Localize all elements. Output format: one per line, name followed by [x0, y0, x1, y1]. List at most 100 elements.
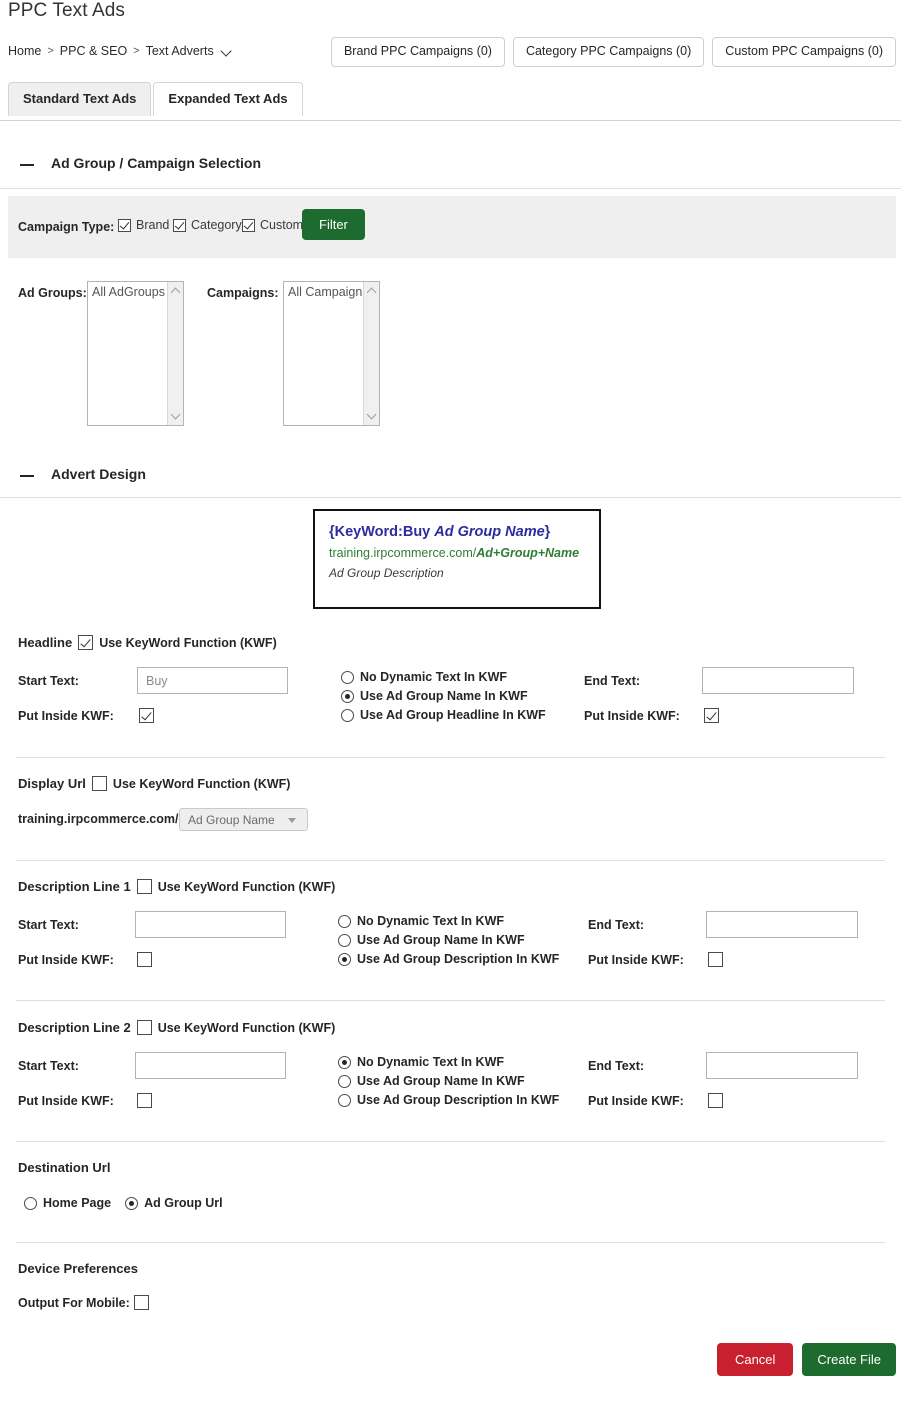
- campaigns-scrollbar[interactable]: [363, 282, 379, 425]
- campaign-type-label: Campaign Type:: [18, 220, 115, 234]
- brand-ppc-campaigns-button[interactable]: Brand PPC Campaigns (0): [330, 37, 505, 67]
- radio-label: Use Ad Group Description In KWF: [357, 952, 560, 966]
- checkbox-icon[interactable]: [242, 218, 255, 232]
- cancel-button[interactable]: Cancel: [716, 1343, 794, 1376]
- radio-label: No Dynamic Text In KWF: [360, 670, 508, 684]
- scroll-down-icon[interactable]: [367, 411, 376, 420]
- scroll-up-icon[interactable]: [367, 287, 376, 296]
- description2-radio-ad-group-name[interactable]: Use Ad Group Name In KWF: [338, 1074, 559, 1088]
- breadcrumb-item-home[interactable]: Home: [8, 44, 41, 58]
- tab-expanded-text-ads[interactable]: Expanded Text Ads: [153, 82, 303, 117]
- radio-label: Use Ad Group Description In KWF: [357, 1093, 560, 1107]
- create-file-button[interactable]: Create File: [802, 1343, 896, 1376]
- chevron-down-icon[interactable]: [222, 46, 233, 57]
- headline-start-text-input[interactable]: [137, 667, 288, 694]
- description2-kwf-label: Use KeyWord Function (KWF): [157, 1020, 336, 1035]
- headline-end-text-label: End Text:: [584, 674, 641, 688]
- checkbox-category[interactable]: Category: [173, 218, 242, 232]
- description2-group-title: Description Line 2 Use KeyWord Function …: [18, 1020, 335, 1035]
- checkbox-icon[interactable]: [136, 1020, 152, 1035]
- description2-end-text-input[interactable]: [706, 1052, 858, 1079]
- headline-start-text-label: Start Text:: [18, 674, 79, 688]
- description1-radio-ad-group-description[interactable]: Use Ad Group Description In KWF: [338, 952, 559, 966]
- description2-start-inside-kwf-checkbox[interactable]: [137, 1093, 152, 1108]
- destination-url-title: Destination Url: [18, 1160, 110, 1175]
- checkbox-label-category: Category: [191, 218, 242, 232]
- preview-description: Ad Group Description: [329, 565, 444, 580]
- category-ppc-campaigns-button[interactable]: Category PPC Campaigns (0): [512, 37, 705, 67]
- headline-end-text-input[interactable]: [702, 667, 854, 694]
- checkbox-icon[interactable]: [78, 635, 94, 650]
- custom-ppc-campaigns-button[interactable]: Custom PPC Campaigns (0): [712, 37, 896, 67]
- description1-radio-ad-group-name[interactable]: Use Ad Group Name In KWF: [338, 933, 559, 947]
- radio-icon[interactable]: [338, 933, 351, 947]
- checkbox-brand[interactable]: Brand: [118, 218, 169, 232]
- tab-standard-text-ads[interactable]: Standard Text Ads: [8, 82, 152, 117]
- description2-radio-ad-group-description[interactable]: Use Ad Group Description In KWF: [338, 1093, 559, 1107]
- description1-end-inside-kwf-label: Put Inside KWF:: [588, 953, 684, 967]
- checkbox-icon[interactable]: [173, 218, 186, 232]
- description2-start-text-input[interactable]: [135, 1052, 286, 1079]
- radio-icon[interactable]: [338, 1074, 351, 1088]
- description2-radio-group: No Dynamic Text In KWF Use Ad Group Name…: [338, 1055, 559, 1107]
- headline-radio-ad-group-name[interactable]: Use Ad Group Name In KWF: [341, 689, 546, 703]
- headline-radio-ad-group-headline[interactable]: Use Ad Group Headline In KWF: [341, 708, 546, 722]
- radio-icon[interactable]: [338, 914, 351, 928]
- section-header-selection[interactable]: Ad Group / Campaign Selection: [0, 152, 901, 188]
- description1-end-text-input[interactable]: [706, 911, 858, 938]
- row-divider: [16, 1141, 885, 1142]
- preview-url-dynamic: Ad+Group+Name: [476, 545, 580, 560]
- destination-radio-home-page[interactable]: Home Page: [24, 1196, 111, 1210]
- scroll-down-icon[interactable]: [171, 411, 180, 420]
- description1-start-inside-kwf-checkbox[interactable]: [137, 952, 152, 967]
- display-url-select[interactable]: Ad Group Name: [179, 808, 308, 831]
- section-divider: [0, 188, 901, 189]
- headline-group-title: Headline Use KeyWord Function (KWF): [18, 635, 277, 650]
- description1-radio-no-dynamic[interactable]: No Dynamic Text In KWF: [338, 914, 559, 928]
- radio-icon[interactable]: [24, 1196, 37, 1210]
- breadcrumb-item-ppc-seo[interactable]: PPC & SEO: [60, 44, 127, 58]
- radio-icon[interactable]: [338, 1055, 351, 1069]
- campaign-shortcut-buttons: Brand PPC Campaigns (0) Category PPC Cam…: [330, 37, 896, 67]
- checkbox-icon[interactable]: [136, 879, 152, 894]
- radio-icon[interactable]: [341, 708, 354, 722]
- output-for-mobile-checkbox[interactable]: [134, 1295, 149, 1310]
- filter-button[interactable]: Filter: [302, 209, 365, 240]
- description2-end-inside-kwf-checkbox[interactable]: [708, 1093, 723, 1108]
- radio-icon[interactable]: [338, 952, 351, 966]
- collapse-minus-icon[interactable]: [20, 475, 34, 477]
- radio-icon[interactable]: [341, 689, 354, 703]
- description2-end-text-label: End Text:: [588, 1059, 645, 1073]
- device-preferences-title: Device Preferences: [18, 1261, 138, 1276]
- description2-end-inside-kwf-label: Put Inside KWF:: [588, 1094, 684, 1108]
- headline-radio-no-dynamic[interactable]: No Dynamic Text In KWF: [341, 670, 546, 684]
- destination-radio-ad-group-url[interactable]: Ad Group Url: [125, 1196, 223, 1210]
- radio-icon[interactable]: [338, 1093, 351, 1107]
- device-preferences-label: Device Preferences: [18, 1261, 138, 1276]
- row-divider: [16, 757, 885, 758]
- radio-label: Use Ad Group Name In KWF: [357, 933, 525, 947]
- headline-end-inside-kwf-checkbox[interactable]: [704, 708, 719, 723]
- description1-start-text-input[interactable]: [135, 911, 286, 938]
- scroll-up-icon[interactable]: [171, 287, 180, 296]
- checkbox-icon[interactable]: [91, 776, 107, 791]
- description1-radio-group: No Dynamic Text In KWF Use Ad Group Name…: [338, 914, 559, 966]
- headline-start-inside-kwf-label: Put Inside KWF:: [18, 709, 114, 723]
- section-header-advert-design[interactable]: Advert Design: [0, 463, 901, 499]
- description2-radio-no-dynamic[interactable]: No Dynamic Text In KWF: [338, 1055, 559, 1069]
- campaigns-listbox[interactable]: All Campaigns: [283, 281, 380, 426]
- checkbox-custom[interactable]: Custom: [242, 218, 303, 232]
- radio-icon[interactable]: [341, 670, 354, 684]
- radio-icon[interactable]: [125, 1196, 139, 1210]
- advert-preview: {KeyWord:Buy Ad Group Name} training.irp…: [313, 509, 601, 609]
- ad-groups-listbox[interactable]: All AdGroups: [87, 281, 184, 426]
- collapse-minus-icon[interactable]: [20, 164, 34, 166]
- headline-start-inside-kwf-checkbox[interactable]: [139, 708, 154, 723]
- ad-groups-scrollbar[interactable]: [167, 282, 183, 425]
- headline-kwf-label: Use KeyWord Function (KWF): [99, 635, 277, 650]
- description1-end-inside-kwf-checkbox[interactable]: [708, 952, 723, 967]
- breadcrumb-item-text-adverts[interactable]: Text Adverts: [146, 44, 214, 58]
- checkbox-icon[interactable]: [118, 218, 131, 232]
- chevron-down-icon[interactable]: [288, 818, 296, 823]
- campaign-type-filter-bar: Campaign Type: Brand Category Custom Fil…: [8, 196, 896, 258]
